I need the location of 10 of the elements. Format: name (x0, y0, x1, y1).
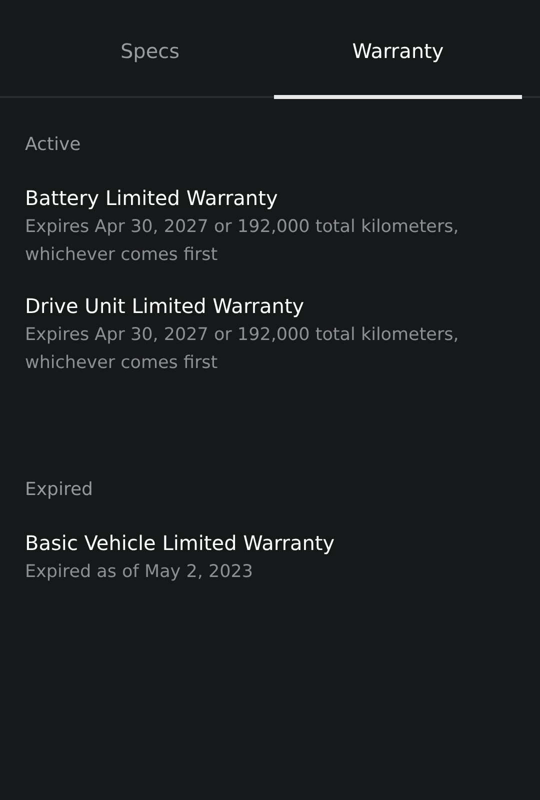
warranty-title: Basic Vehicle Limited Warranty (25, 530, 336, 557)
tab[interactable]: Specs (26, 0, 274, 99)
section-heading: Active (25, 134, 82, 155)
warranty-detail: Expires Apr 30, 2027 or 192,000 total kilometers, whichever comes first (25, 324, 460, 375)
section-heading: Expired (25, 479, 94, 500)
warranty-detail: Expired as of May 2, 2023 (25, 561, 254, 584)
warranty-detail: Expires Apr 30, 2027 or 192,000 total kilometers, whichever comes first (25, 216, 460, 267)
tab[interactable]: Warranty (274, 0, 522, 99)
warranty-title: Drive Unit Limited Warranty (25, 293, 306, 320)
warranty-title: Battery Limited Warranty (25, 185, 279, 212)
